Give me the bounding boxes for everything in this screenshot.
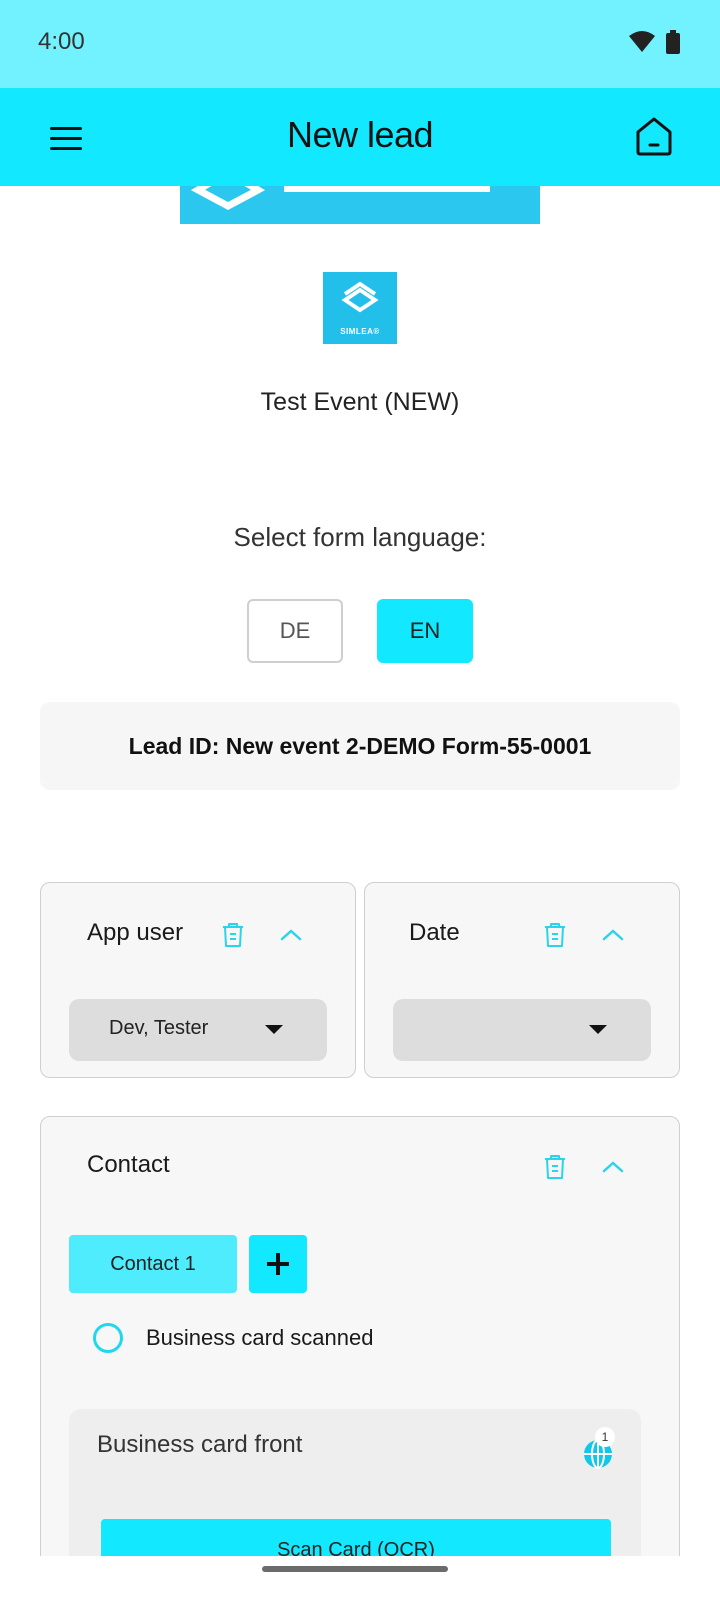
date-dropdown[interactable] <box>393 999 651 1061</box>
home-icon[interactable] <box>632 114 676 158</box>
chevron-up-icon[interactable] <box>599 1153 627 1181</box>
event-name: Test Event (NEW) <box>260 388 460 416</box>
chevron-up-icon[interactable] <box>599 921 627 949</box>
app-bar: New lead <box>0 88 720 186</box>
date-card: Date <box>364 882 680 1078</box>
wifi-icon <box>629 31 655 52</box>
status-time: 4:00 <box>38 28 85 55</box>
translation-count-badge: 1 <box>595 1427 615 1447</box>
lead-id-box: Lead ID: New event 2-DEMO Form-55-0001 <box>40 702 680 790</box>
trash-icon[interactable] <box>219 921 247 949</box>
form-content[interactable]: SIMLEA® Test Event (NEW) Select form lan… <box>0 186 720 1556</box>
status-bar: 4:00 <box>0 0 720 88</box>
business-card-scanned-label: Business card scanned <box>146 1325 374 1350</box>
navigation-gesture-bar[interactable] <box>262 1566 448 1572</box>
contact-card: Contact Contact 1 Business card scanned … <box>40 1116 680 1556</box>
add-contact-button[interactable] <box>249 1235 307 1293</box>
app-user-title: App user <box>87 919 184 946</box>
trash-icon[interactable] <box>541 921 569 949</box>
contact-title: Contact <box>87 1151 170 1178</box>
chevron-up-icon[interactable] <box>277 921 305 949</box>
business-card-front-section: Business card front 1 Scan Card (OCR) <box>69 1409 641 1556</box>
dropdown-arrow-icon <box>589 1025 607 1034</box>
language-en-button[interactable]: EN <box>377 599 473 663</box>
contact-tab-1[interactable]: Contact 1 <box>69 1235 237 1293</box>
scan-card-ocr-button[interactable]: Scan Card (OCR) <box>101 1519 611 1556</box>
dropdown-arrow-icon <box>265 1025 283 1034</box>
language-de-button[interactable]: DE <box>247 599 343 663</box>
language-label: Select form language: <box>233 522 487 552</box>
app-user-card: App user Dev, Tester <box>40 882 356 1078</box>
business-card-front-title: Business card front <box>97 1431 303 1458</box>
event-banner-image <box>180 186 540 224</box>
lead-id-text: Lead ID: New event 2-DEMO Form-55-0001 <box>128 732 592 759</box>
event-logo: SIMLEA® <box>323 272 397 344</box>
battery-icon <box>666 30 680 54</box>
logo-text: SIMLEA® <box>340 327 380 336</box>
status-icons <box>628 30 680 54</box>
app-user-value: Dev, Tester <box>109 1017 209 1039</box>
business-card-scanned-radio[interactable] <box>93 1323 123 1353</box>
trash-icon[interactable] <box>541 1153 569 1181</box>
date-title: Date <box>409 919 460 946</box>
app-user-dropdown[interactable]: Dev, Tester <box>69 999 327 1061</box>
page-title: New lead <box>286 114 434 155</box>
